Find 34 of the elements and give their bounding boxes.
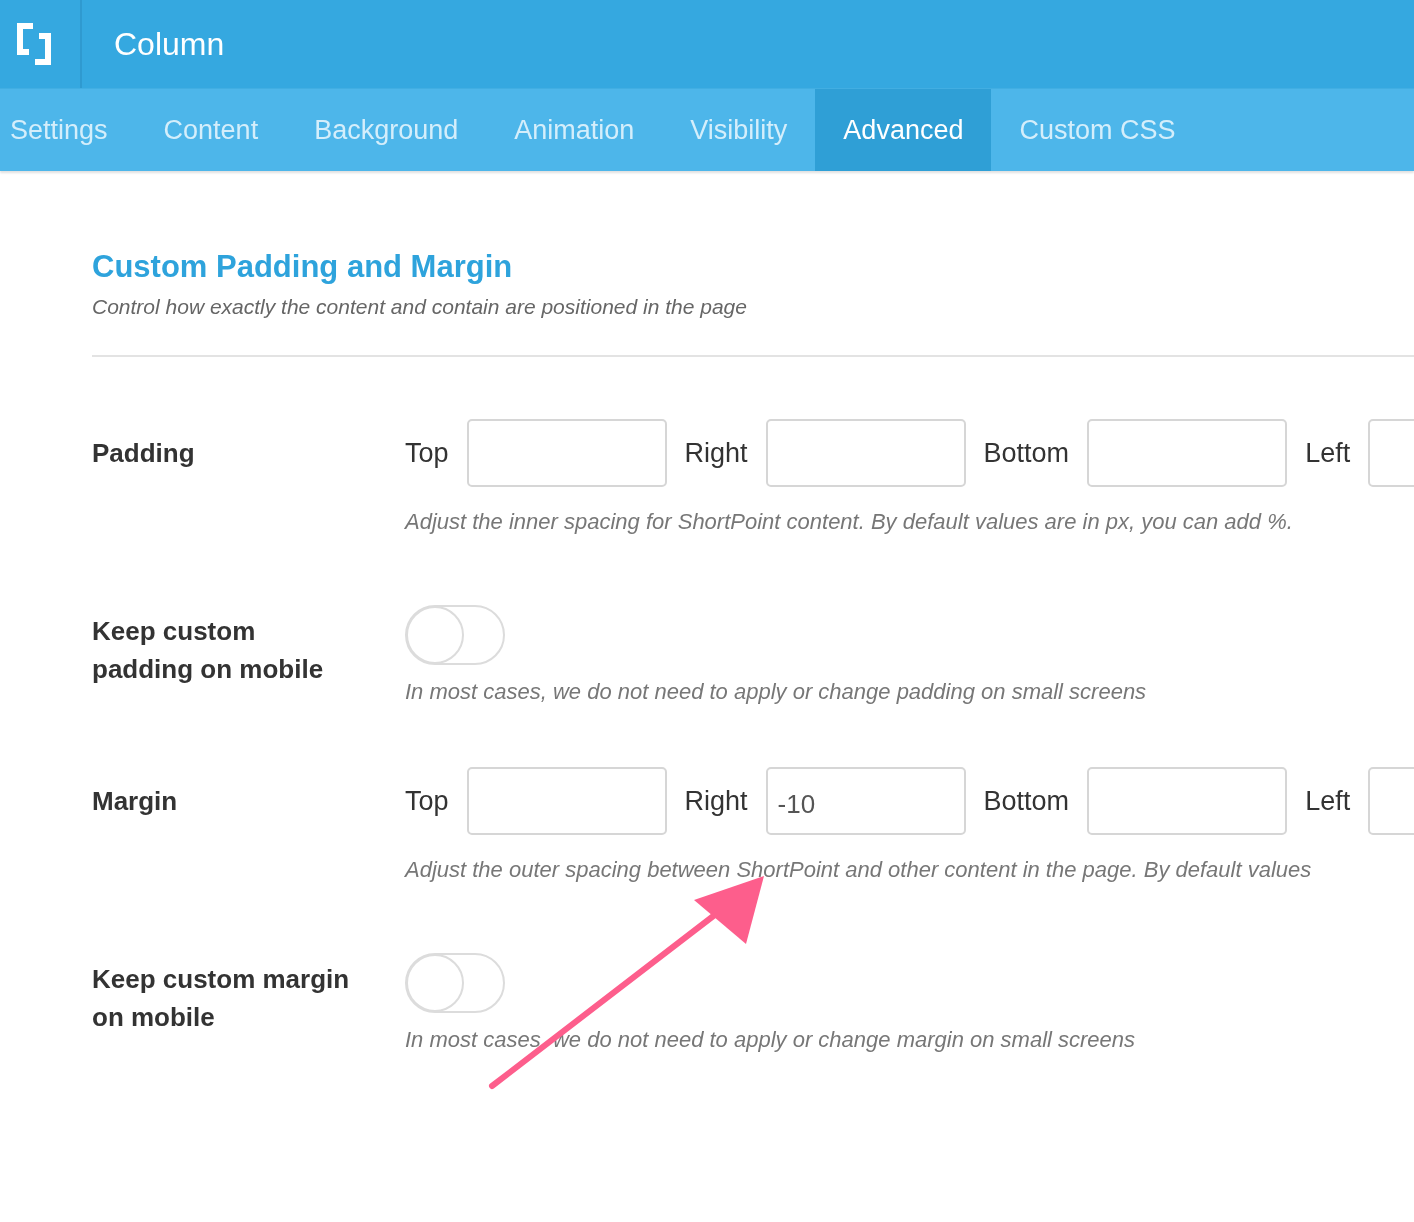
field-label: Bottom [983,785,1070,817]
input-field[interactable] [1087,767,1288,835]
field-label: Bottom [983,437,1070,469]
field-label: Top [405,785,449,817]
tab[interactable]: Advanced [815,89,992,171]
input-field[interactable]: -10 [765,767,966,835]
field-label: Right [684,785,748,817]
toggle-switch[interactable] [405,953,505,1013]
setting-label: Keep custom margin on mobile [92,963,351,1034]
input-field[interactable] [1087,419,1288,487]
section-description: Control how exactly the content and contain are positioned in the page [92,295,748,319]
hint-text: In most cases, we do not need to apply or change padding on small screens [405,679,1147,705]
panel-title: Column [114,25,225,63]
setting-label: Keep custom padding on mobile [92,615,325,686]
section-title: Custom Padding and Margin [92,249,514,285]
setting-label: Padding [92,437,196,470]
tab[interactable]: Settings [0,89,136,171]
toggle-switch[interactable] [405,605,505,665]
field-label: Left [1305,437,1351,469]
tab[interactable]: Background [286,89,487,171]
tab[interactable]: Content [135,89,287,171]
input-field[interactable] [466,767,667,835]
tab[interactable]: Custom CSS [991,89,1204,171]
field-label: Right [684,437,748,469]
field-label: Top [405,437,449,469]
input-field[interactable] [765,419,966,487]
input-field[interactable] [466,419,667,487]
hint-text: Adjust the outer spacing between ShortPoint and other content in the page. By default values [405,857,1313,883]
setting-label: Margin [92,785,179,818]
tab[interactable]: Visibility [662,89,816,171]
logo-icon [17,23,51,65]
field-label: Left [1305,785,1351,817]
hint-text: Adjust the inner spacing for ShortPoint content. By default values are in px, you can add %. [405,509,1294,535]
tab[interactable]: Animation [486,89,663,171]
